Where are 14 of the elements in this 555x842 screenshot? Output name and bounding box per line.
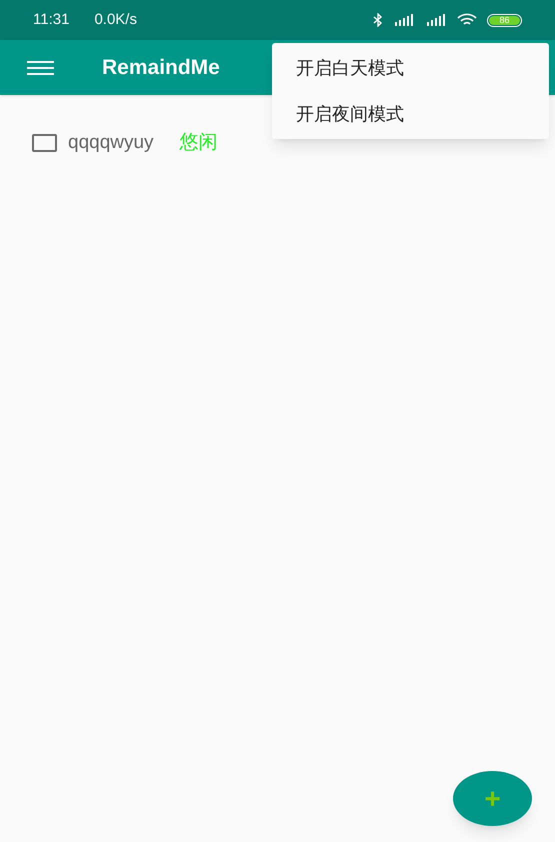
bluetooth-icon [373, 13, 383, 27]
task-tag: 悠闲 [180, 128, 218, 158]
menu-icon[interactable] [27, 60, 54, 76]
network-speed: 0.0K/s [94, 10, 137, 30]
wifi-icon [457, 13, 477, 27]
signal-icon [425, 14, 447, 26]
menu-item[interactable]: 开启白天模式 [272, 45, 549, 91]
status-time: 11:31 [33, 10, 70, 30]
app-title: RemaindMe [102, 54, 220, 81]
menu-item[interactable]: 开启夜间模式 [272, 91, 549, 137]
task-checkbox[interactable] [32, 134, 57, 152]
battery-indicator: 86 [487, 14, 522, 26]
signal-icon [393, 14, 415, 26]
task-name: qqqqwyuy [68, 130, 154, 155]
